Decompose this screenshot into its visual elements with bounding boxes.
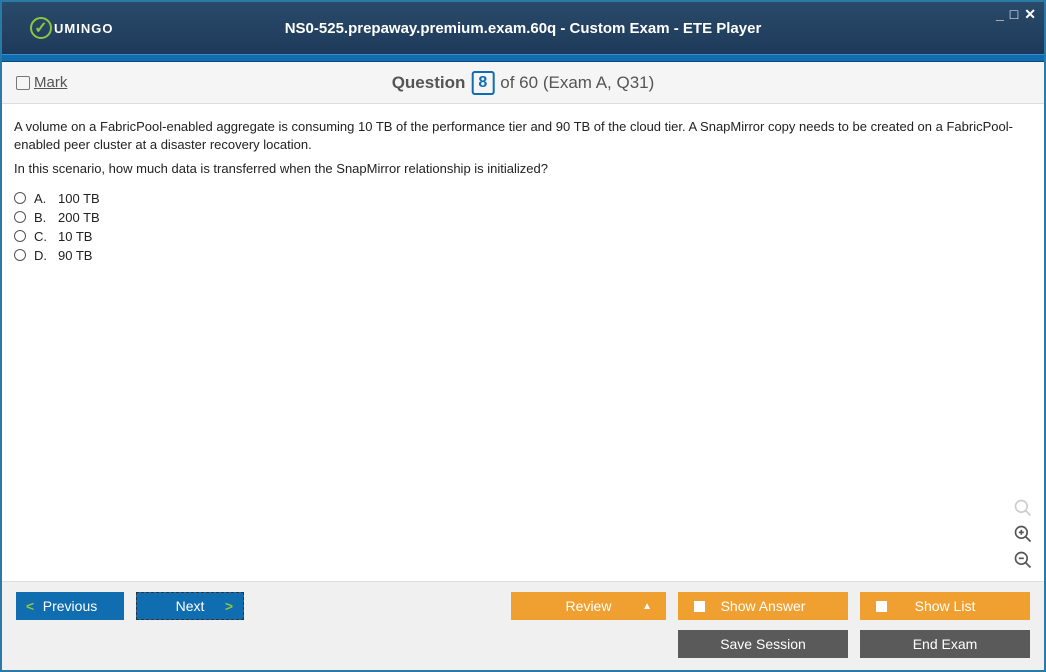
chevron-right-icon: >	[225, 598, 233, 614]
triangle-up-icon: ▲	[642, 601, 652, 612]
option-letter: A.	[34, 191, 50, 206]
next-button[interactable]: Next >	[136, 592, 244, 620]
option-letter: D.	[34, 248, 50, 263]
app-window: ✓ UMINGO NS0-525.prepaway.premium.exam.6…	[0, 0, 1046, 672]
option-d[interactable]: D. 90 TB	[14, 248, 1032, 263]
question-bar: Mark Question 8 of 60 (Exam A, Q31)	[2, 62, 1044, 104]
end-exam-button[interactable]: End Exam	[860, 630, 1030, 658]
radio-icon[interactable]	[14, 249, 26, 261]
window-controls: _ □ ✕	[996, 6, 1036, 23]
previous-button[interactable]: < Previous	[16, 592, 124, 620]
footer-row-2: Save Session End Exam	[16, 630, 1030, 658]
checkbox-icon	[876, 601, 887, 612]
option-c[interactable]: C. 10 TB	[14, 229, 1032, 244]
minimize-icon[interactable]: _	[996, 6, 1004, 23]
zoom-controls	[1012, 497, 1034, 571]
show-answer-label: Show Answer	[721, 598, 806, 614]
option-text: 10 TB	[58, 229, 92, 244]
option-a[interactable]: A. 100 TB	[14, 191, 1032, 206]
option-letter: B.	[34, 210, 50, 225]
show-answer-button[interactable]: Show Answer	[678, 592, 848, 620]
radio-icon[interactable]	[14, 230, 26, 242]
zoom-out-icon[interactable]	[1012, 549, 1034, 571]
logo: ✓ UMINGO	[30, 17, 113, 39]
divider-strip	[2, 54, 1044, 62]
chevron-left-icon: <	[26, 598, 34, 614]
question-number-input[interactable]: 8	[471, 71, 494, 95]
zoom-in-icon[interactable]	[1012, 523, 1034, 545]
option-letter: C.	[34, 229, 50, 244]
option-text: 90 TB	[58, 248, 92, 263]
show-list-label: Show List	[915, 598, 976, 614]
question-word: Question	[392, 73, 466, 93]
mark-label: Mark	[34, 74, 67, 91]
question-paragraph-2: In this scenario, how much data is trans…	[14, 160, 1032, 178]
window-title: NS0-525.prepaway.premium.exam.60q - Cust…	[285, 20, 762, 37]
question-total-text: of 60 (Exam A, Q31)	[500, 73, 654, 93]
question-content: A volume on a FabricPool-enabled aggrega…	[2, 104, 1044, 581]
footer-toolbar: < Previous Next > Review ▲ Show Answer S…	[2, 581, 1044, 670]
title-bar: ✓ UMINGO NS0-525.prepaway.premium.exam.6…	[2, 2, 1044, 54]
close-icon[interactable]: ✕	[1024, 6, 1036, 23]
radio-icon[interactable]	[14, 192, 26, 204]
question-paragraph-1: A volume on a FabricPool-enabled aggrega…	[14, 118, 1032, 154]
option-text: 200 TB	[58, 210, 100, 225]
checkbox-icon	[694, 601, 705, 612]
review-label: Review	[566, 598, 612, 614]
option-b[interactable]: B. 200 TB	[14, 210, 1032, 225]
footer-row-1: < Previous Next > Review ▲ Show Answer S…	[16, 592, 1030, 620]
mark-checkbox[interactable]	[16, 76, 30, 90]
search-icon[interactable]	[1012, 497, 1034, 519]
question-counter: Question 8 of 60 (Exam A, Q31)	[392, 71, 655, 95]
radio-icon[interactable]	[14, 211, 26, 223]
save-session-label: Save Session	[720, 636, 806, 652]
review-button[interactable]: Review ▲	[511, 592, 666, 620]
end-exam-label: End Exam	[913, 636, 978, 652]
show-list-button[interactable]: Show List	[860, 592, 1030, 620]
next-label: Next	[176, 598, 205, 614]
logo-check-icon: ✓	[30, 17, 52, 39]
mark-control[interactable]: Mark	[16, 74, 67, 91]
maximize-icon[interactable]: □	[1010, 6, 1018, 23]
logo-text: UMINGO	[54, 21, 113, 36]
option-text: 100 TB	[58, 191, 100, 206]
previous-label: Previous	[43, 598, 97, 614]
question-text: A volume on a FabricPool-enabled aggrega…	[14, 118, 1032, 179]
save-session-button[interactable]: Save Session	[678, 630, 848, 658]
answer-options: A. 100 TB B. 200 TB C. 10 TB D. 90 TB	[14, 191, 1032, 263]
